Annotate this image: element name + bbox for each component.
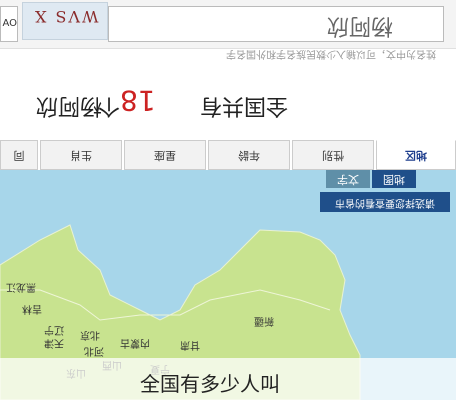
province-label-neimenggu[interactable]: 内蒙古 (120, 337, 150, 350)
province-label-hebei[interactable]: 河北 (84, 345, 104, 357)
map-tab-map[interactable]: 地图 (372, 170, 416, 188)
result-title: 全国共有 18 个 杨阿欣 (0, 70, 456, 140)
province-label-heilongjiang[interactable]: 黑龙江 (6, 281, 36, 294)
tab-region[interactable]: 地区 (376, 140, 456, 170)
province-label-tianjin[interactable]: 天津 (44, 337, 64, 349)
name-search-value: 杨阿欣 (326, 13, 393, 38)
province-label-jilin[interactable]: 吉林 (22, 303, 42, 316)
result-count: 18 (120, 84, 156, 117)
tab-zodiac[interactable]: 生肖 (40, 140, 122, 170)
left-input-field[interactable]: AO (0, 6, 18, 42)
result-name: 杨阿欣 (36, 93, 103, 118)
result-prefix: 全国共有 (200, 93, 289, 118)
input-hint: 姓名为中文，可以输入少数民族名字和外国名字 (226, 48, 436, 59)
tab-age[interactable]: 年龄 (208, 140, 290, 170)
tab-more[interactable]: 同 (0, 140, 38, 170)
province-label-gansu[interactable]: 甘肃 (180, 339, 200, 352)
captcha-text: WVS X (33, 7, 99, 26)
result-count-value: 18 (120, 84, 156, 117)
top-bar: AO WVS X 杨阿欣 (0, 0, 456, 49)
captcha-image: WVS X (22, 2, 108, 40)
province-label-liaoning[interactable]: 辽宁 (44, 324, 64, 337)
tab-gender[interactable]: 性别 (292, 140, 374, 170)
tab-bar: 地区 性别 年龄 星座 生肖 同 (0, 140, 456, 170)
name-search-input[interactable]: 杨阿欣 (108, 6, 444, 42)
select-province-tip[interactable]: 请选择您要查看的省市 (320, 192, 450, 212)
province-label-beijing[interactable]: 北京 (80, 329, 100, 342)
province-label-xinjiang[interactable]: 新疆 (254, 315, 274, 328)
tab-constellation[interactable]: 星座 (124, 140, 206, 170)
map-tab-text[interactable]: 文字 (326, 170, 370, 188)
caption-text: 全国有多少人叫 (140, 372, 280, 396)
